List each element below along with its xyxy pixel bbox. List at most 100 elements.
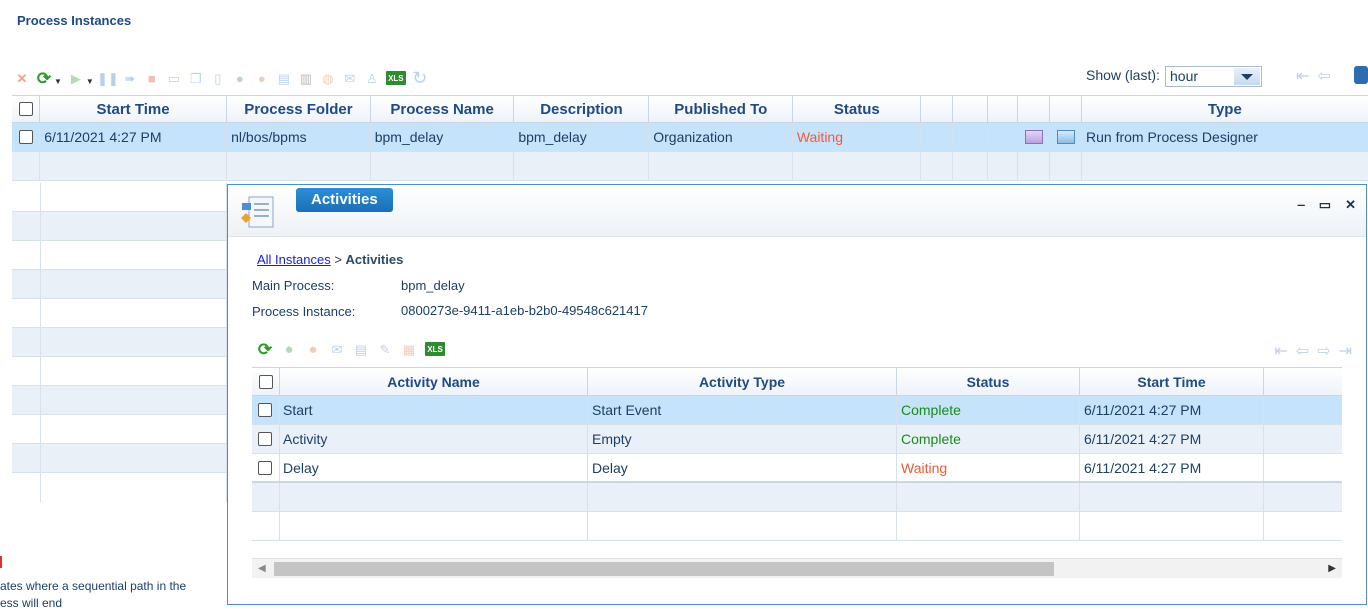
- main-toolbar: ✕ ⟳ ▼ ▶ ▼ ❚❚ ➠ ■ ▭ ❐ ▯ ● ● ▤ ▥ ◍ ✉ ♙ XLS…: [14, 66, 428, 90]
- horizontal-scrollbar[interactable]: ◀ ▶: [252, 558, 1342, 578]
- pause-icon[interactable]: ❚❚: [97, 70, 119, 86]
- select-all-checkbox[interactable]: [258, 374, 273, 389]
- complete-icon[interactable]: ●: [281, 341, 297, 357]
- copy-icon[interactable]: ❐: [188, 70, 204, 86]
- column-header-status[interactable]: Status: [793, 96, 922, 122]
- window-controls: ‒ ▭ ✕: [1298, 197, 1356, 213]
- show-last-select[interactable]: hour: [1165, 66, 1262, 87]
- abort-icon[interactable]: ●: [254, 70, 270, 86]
- delete-icon[interactable]: ✕: [14, 70, 30, 86]
- empty-row: [12, 183, 227, 212]
- cell-process-name: bpm_delay: [371, 123, 515, 151]
- prev-page-icon[interactable]: ⇦: [1317, 66, 1330, 86]
- cell-start-time: 6/11/2021 4:27 PM: [1080, 454, 1264, 481]
- select-all-checkbox[interactable]: [18, 102, 33, 116]
- activities-toolbar: ⟳ ● ● ✉ ▤ ✎ ▦ XLS: [257, 341, 445, 358]
- dialog-title-tab[interactable]: Activities: [296, 188, 393, 212]
- row-checkbox[interactable]: [258, 460, 272, 475]
- document-icon[interactable]: ▯: [210, 70, 226, 86]
- select-all-cell: [252, 368, 280, 395]
- column-header-status[interactable]: Status: [897, 368, 1080, 395]
- page-title: Process Instances: [17, 13, 132, 28]
- empty-row: [12, 299, 227, 328]
- barcode-icon[interactable]: ▥: [298, 70, 314, 86]
- row-checkbox[interactable]: [258, 432, 272, 446]
- refresh-icon[interactable]: ⟳: [257, 341, 273, 358]
- row-checkbox[interactable]: [19, 130, 33, 144]
- cell-blank: [1264, 425, 1342, 453]
- column-header-process-folder[interactable]: Process Folder: [227, 96, 371, 122]
- message-icon[interactable]: ▭: [166, 70, 182, 86]
- chevron-down-icon[interactable]: [1234, 68, 1260, 85]
- empty-row: [12, 328, 227, 357]
- prev-page-icon[interactable]: ⇦: [1296, 341, 1309, 361]
- scroll-left-icon[interactable]: ◀: [258, 563, 266, 574]
- table-row[interactable]: Start Start Event Complete 6/11/2021 4:2…: [252, 396, 1342, 425]
- row-checkbox[interactable]: [258, 403, 272, 417]
- cell-activity-name: Activity: [280, 425, 588, 453]
- cell-empty: [227, 152, 371, 180]
- table-row[interactable]: Activity Empty Complete 6/11/2021 4:27 P…: [252, 425, 1342, 454]
- abort-icon[interactable]: ●: [305, 341, 321, 357]
- empty-row: [12, 415, 227, 444]
- play-dropdown-icon[interactable]: ▼: [86, 77, 94, 86]
- comment-icon[interactable]: ◍: [320, 70, 336, 86]
- mail-icon[interactable]: ✉: [329, 341, 345, 357]
- cell-activity-name: Start: [280, 396, 588, 424]
- list-icon[interactable]: ▤: [353, 341, 369, 357]
- column-header-process-name[interactable]: Process Name: [371, 96, 515, 122]
- reload-icon[interactable]: ↻: [412, 69, 428, 87]
- close-icon[interactable]: ✕: [1345, 197, 1356, 213]
- dialog-header: Activities ‒ ▭ ✕: [228, 185, 1366, 237]
- instance-icon[interactable]: [1024, 130, 1043, 144]
- empty-row: [12, 444, 227, 473]
- play-icon[interactable]: ▶: [68, 70, 84, 86]
- xls-export-icon[interactable]: XLS: [385, 71, 406, 85]
- column-header-type[interactable]: Type: [1082, 96, 1368, 122]
- row-select-cell: [252, 396, 280, 424]
- activities-dialog: Activities ‒ ▭ ✕ All Instances > Activit…: [227, 184, 1367, 605]
- binoculars-icon[interactable]: [1354, 66, 1368, 84]
- cell-empty: [897, 483, 1080, 511]
- breadcrumb-all-instances-link[interactable]: All Instances: [257, 252, 331, 267]
- empty-row: [12, 386, 227, 415]
- column-header-blank: [953, 96, 989, 122]
- activities-grid: Activity Name Activity Type Status Start…: [252, 367, 1342, 541]
- scroll-right-icon[interactable]: ▶: [1328, 563, 1336, 574]
- table-row[interactable]: Delay Delay Waiting 6/11/2021 4:27 PM: [252, 454, 1342, 483]
- cell-empty: [988, 152, 1019, 180]
- column-header-activity-name[interactable]: Activity Name: [280, 368, 588, 395]
- next-page-icon[interactable]: ⇨: [1317, 341, 1330, 361]
- refresh-icon[interactable]: ⟳: [36, 70, 52, 87]
- minimize-icon[interactable]: ‒: [1298, 197, 1305, 213]
- row-select-cell: [252, 454, 280, 481]
- column-header-activity-type[interactable]: Activity Type: [588, 368, 897, 395]
- cell-empty: [12, 152, 41, 180]
- designer-icon[interactable]: [1056, 130, 1075, 144]
- resume-icon[interactable]: ➠: [122, 70, 138, 86]
- cell-start-time: 6/11/2021 4:27 PM: [40, 123, 228, 151]
- mail-icon[interactable]: ✉: [342, 70, 358, 86]
- hierarchy-icon[interactable]: ♙: [364, 70, 380, 86]
- scrollbar-thumb[interactable]: [274, 562, 1054, 576]
- first-page-icon[interactable]: ⇤: [1274, 341, 1287, 361]
- column-header-blank: [1264, 368, 1342, 395]
- column-header-published-to[interactable]: Published To: [649, 96, 794, 122]
- column-header-start-time[interactable]: Start Time: [1080, 368, 1264, 395]
- window-icon[interactable]: ▦: [401, 341, 417, 357]
- cell-empty: [514, 152, 650, 180]
- cell-activity-type: Empty: [588, 425, 897, 453]
- list-icon[interactable]: ▤: [276, 70, 292, 86]
- table-row[interactable]: 6/11/2021 4:27 PM nl/bos/bpms bpm_delay …: [12, 123, 1368, 152]
- maximize-icon[interactable]: ▭: [1319, 197, 1331, 213]
- stop-icon[interactable]: ■: [144, 70, 160, 86]
- edit-icon[interactable]: ✎: [377, 341, 393, 357]
- cell-empty: [588, 483, 897, 511]
- refresh-dropdown-icon[interactable]: ▼: [54, 77, 62, 86]
- column-header-start-time[interactable]: Start Time: [40, 96, 228, 122]
- complete-icon[interactable]: ●: [232, 70, 248, 86]
- first-page-icon[interactable]: ⇤: [1296, 66, 1309, 86]
- column-header-description[interactable]: Description: [514, 96, 650, 122]
- last-page-icon[interactable]: ⇥: [1339, 341, 1352, 361]
- xls-export-icon[interactable]: XLS: [425, 342, 445, 356]
